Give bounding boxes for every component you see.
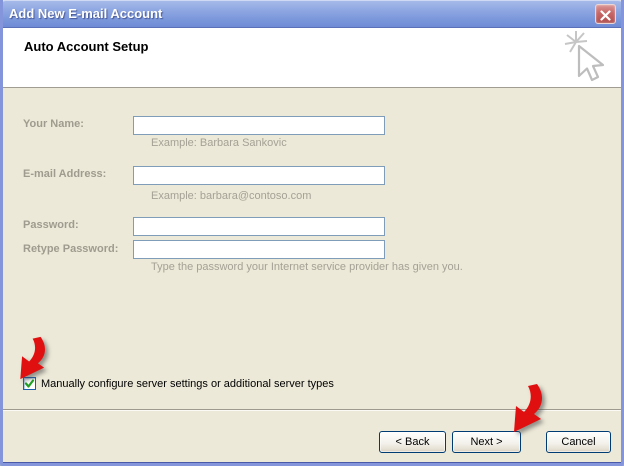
header: Auto Account Setup [3,28,621,88]
name-label: Your Name: [23,118,84,130]
window-title: Add New E-mail Account [9,6,162,21]
retype-password-label: Retype Password: [23,243,118,255]
manual-configure-label[interactable]: Manually configure server settings or ad… [41,378,334,390]
cancel-button[interactable]: Cancel [546,431,611,453]
retype-password-input[interactable] [133,240,385,259]
name-hint: Example: Barbara Sankovic [151,137,287,149]
password-input[interactable] [133,217,385,236]
red-arrow-icon [10,336,50,380]
email-input[interactable] [133,166,385,185]
page-title: Auto Account Setup [24,39,148,54]
password-label: Password: [23,219,79,231]
next-button[interactable]: Next > [452,431,521,453]
red-arrow-icon [503,383,547,433]
buttons-separator [3,409,621,411]
name-input[interactable] [133,116,385,135]
titlebar[interactable]: Add New E-mail Account [0,0,624,28]
manual-configure-checkbox[interactable] [23,377,36,390]
close-icon [596,10,615,21]
back-button[interactable]: < Back [379,431,446,453]
checkbox-check-icon [24,378,35,389]
password-hint: Type the password your Internet service … [151,261,463,273]
email-hint: Example: barbara@contoso.com [151,190,311,202]
add-account-dialog: Add New E-mail Account Auto Account Setu… [0,0,624,466]
close-button[interactable] [595,4,616,24]
cursor-starburst-icon [563,30,609,97]
email-label: E-mail Address: [23,168,106,180]
